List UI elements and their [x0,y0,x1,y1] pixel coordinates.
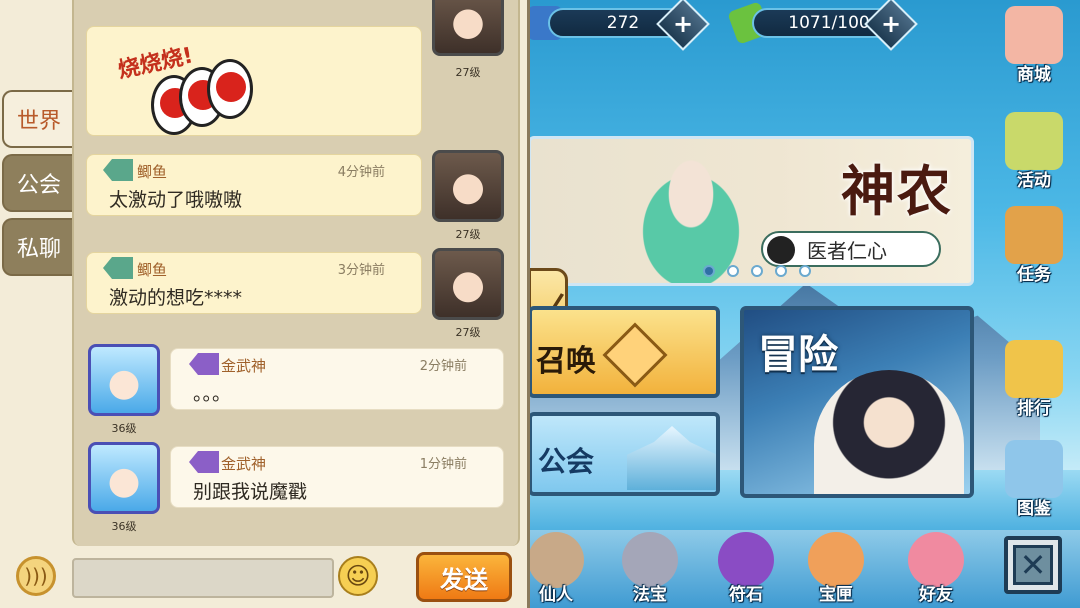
chat-message: 鲫鱼 4分钟前太激动了哦嗷嗷 [86,154,422,216]
scroll-bag-icon [1005,206,1063,264]
send-button[interactable]: 发送 [416,552,512,602]
menu-label: 任务 [1017,265,1051,285]
avatar[interactable] [432,0,504,56]
menu-0-button[interactable]: 商城 [998,6,1070,85]
tab-world-label: 世界 [16,109,61,134]
plus-icon: + [672,9,694,38]
chat-message: 金武神 2分钟前。。。 [170,348,504,410]
voice-input-button[interactable]: ))) [16,556,56,596]
menu-label: 活动 [1017,171,1051,191]
dock-label: 法宝 [633,585,667,605]
sender-name[interactable]: 鲫鱼 [137,161,167,182]
tab-world[interactable]: 世界 [2,90,74,148]
dock-1-button[interactable]: 法宝 [610,532,690,605]
vip-badge-icon [103,257,133,279]
menu-label: 图鉴 [1017,499,1051,519]
dock-label: 宝匣 [819,585,853,605]
message-timestamp: 2分钟前 [419,359,467,374]
dock-4-button[interactable]: 好友 [896,532,976,605]
summon-label: 召唤 [536,344,596,379]
lantern-figure-icon [207,59,253,119]
player-level: 27级 [455,66,481,79]
menu-4-button[interactable]: 图鉴 [998,440,1070,519]
guild-label: 公会 [538,445,595,478]
close-icon: ✕ [1013,545,1053,585]
emoji-button[interactable]: ☺ [338,556,378,596]
adventure-hero-art [814,370,964,494]
tab-guild-label: 公会 [16,173,61,198]
smiley-icon: ☺ [345,562,371,590]
chat-panel: 世界 公会 私聊 烧烧烧! 27级 鲫鱼 4分钟前 太激动了哦嗷嗷 27级 鲫鱼 3分钟前… [0,0,530,608]
tab-private[interactable]: 私聊 [2,218,74,276]
guild-button[interactable]: 公会 [528,412,720,496]
dock-2-button[interactable]: 符石 [706,532,786,605]
banner-page-dot[interactable] [775,265,787,277]
chat-input[interactable] [72,558,334,598]
tab-private-label: 私聊 [16,237,61,262]
dock-3-button[interactable]: 宝匣 [796,532,876,605]
banner-subtitle: 医者仁心 [761,231,941,267]
trophy-icon [1005,340,1063,398]
player-level: 27级 [455,326,481,339]
book-icon [1005,440,1063,498]
plus-icon: + [880,9,902,38]
avatar[interactable] [432,248,504,320]
adventure-label: 冒险 [758,332,838,378]
message-text: 激动的想吃**** [109,287,243,309]
sender-name[interactable]: 鲫鱼 [137,259,167,280]
diamond-icon [602,322,668,388]
sender-name[interactable]: 金武神 [221,453,266,474]
temple-icon [627,426,716,490]
menu-label: 商城 [1017,65,1051,85]
sticker-message: 烧烧烧! [86,26,422,136]
adventure-button[interactable]: 冒险 [740,306,974,498]
player-level: 36级 [111,422,137,435]
avatar[interactable] [88,344,160,416]
menu-2-button[interactable]: 任务 [998,206,1070,285]
menu-1-button[interactable]: 活动 [998,112,1070,191]
banner-pagination [703,265,811,277]
close-menu-button[interactable]: ✕ [1004,536,1062,594]
banner-page-dot[interactable] [799,265,811,277]
send-label: 发送 [440,565,488,594]
chat-message: 金武神 1分钟前别跟我说魔戳 [170,446,504,508]
vip-badge-icon [189,451,219,473]
event-banner[interactable]: 神农 医者仁心 [528,136,974,286]
message-text: 太激动了哦嗷嗷 [109,189,243,211]
message-text: 别跟我说魔戳 [193,481,308,503]
sender-name[interactable]: 金武神 [221,355,266,376]
message-timestamp: 1分钟前 [419,457,467,472]
shop-cat-icon [1005,6,1063,64]
dock-label: 好友 [919,585,953,605]
gift-box-icon [1005,112,1063,170]
message-timestamp: 4分钟前 [337,165,385,180]
player-level: 27级 [455,228,481,241]
banner-subtitle-text: 医者仁心 [807,238,887,263]
summon-button[interactable]: 召唤 [528,306,720,398]
banner-page-dot[interactable] [703,265,715,277]
menu-label: 排行 [1017,399,1051,419]
vip-badge-icon [103,159,133,181]
avatar[interactable] [432,150,504,222]
chat-message: 鲫鱼 3分钟前激动的想吃**** [86,252,422,314]
message-text: 。。。 [193,383,232,405]
avatar[interactable] [88,442,160,514]
player-level: 36级 [111,520,137,533]
banner-title: 神农 [841,159,953,223]
tab-guild[interactable]: 公会 [2,154,74,212]
sound-wave-icon: ))) [24,564,48,588]
message-timestamp: 3分钟前 [337,263,385,278]
menu-3-button[interactable]: 排行 [998,340,1070,419]
banner-page-dot[interactable] [751,265,763,277]
banner-page-dot[interactable] [727,265,739,277]
vip-badge-icon [189,353,219,375]
dock-label: 符石 [729,585,763,605]
spirit-icon [767,236,795,264]
